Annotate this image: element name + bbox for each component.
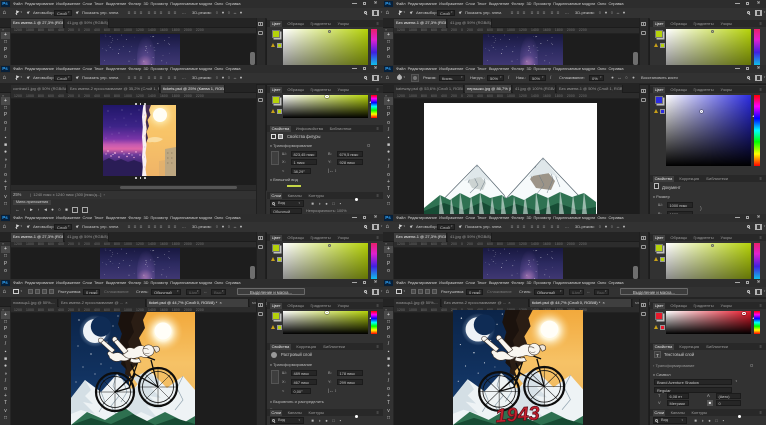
svg-text:1943: 1943 [495, 403, 541, 425]
